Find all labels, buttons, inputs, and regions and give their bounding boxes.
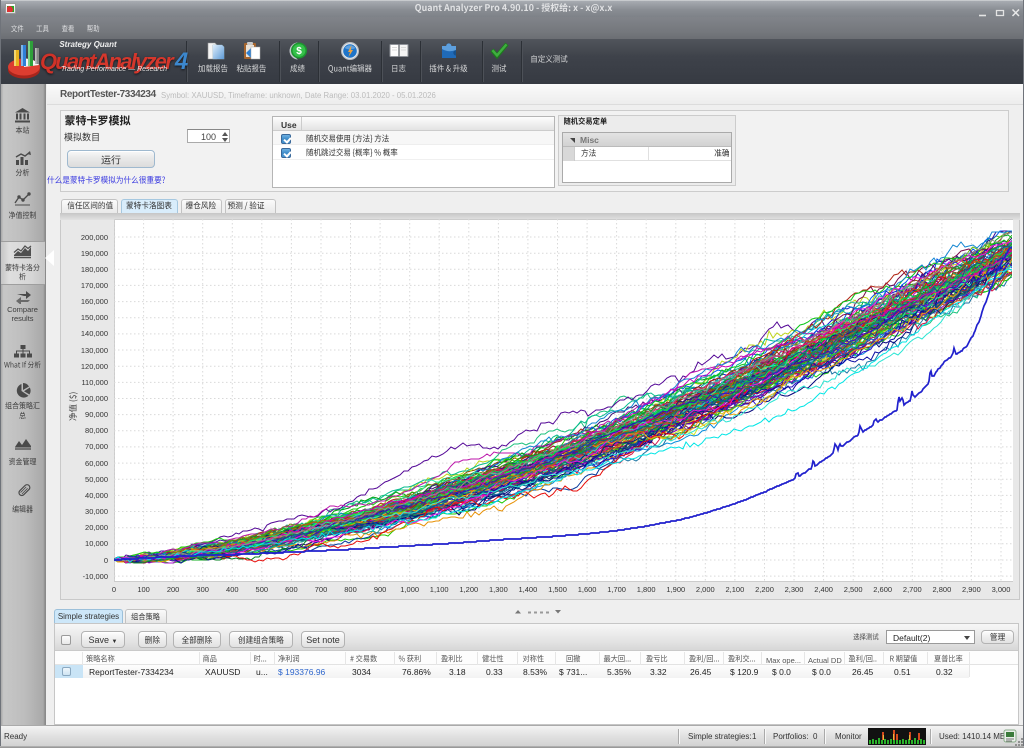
svg-text:$: $ bbox=[296, 46, 302, 57]
